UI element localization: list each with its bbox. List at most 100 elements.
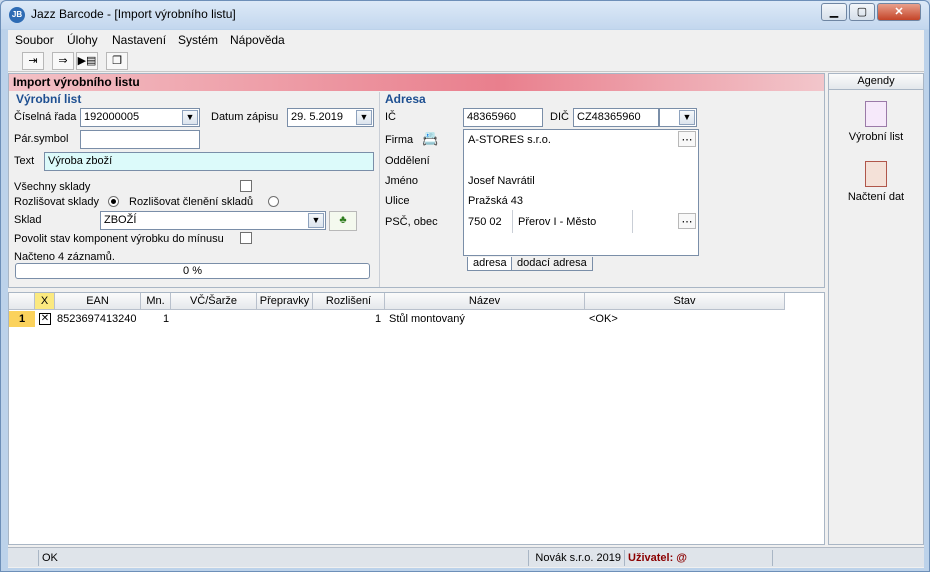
agendy-panel: Agendy Výrobní list Načtení dat <box>828 73 924 545</box>
import-panel: Import výrobního listu Výrobní list Číse… <box>8 73 825 288</box>
transfer-icon[interactable]: ⇒ <box>52 52 74 70</box>
tree-icon[interactable]: ♣ <box>329 211 357 231</box>
firma-lookup-icon[interactable]: 📇 <box>422 131 438 147</box>
text-input[interactable]: Výroba zboží <box>44 152 374 171</box>
rozlisovat-sklady-radio[interactable] <box>108 196 119 207</box>
chevron-down-icon[interactable]: ▼ <box>182 110 198 125</box>
menu-bar: Soubor Úlohy Nastavení Systém Nápověda <box>8 30 924 50</box>
status-left: OK <box>38 550 528 566</box>
status-company: Novák s.r.o. 2019 <box>528 550 624 566</box>
jmeno-label: Jméno <box>385 175 419 187</box>
copy-icon[interactable]: ❐ <box>106 52 128 70</box>
column-header-rozliseni[interactable]: Rozlišení <box>313 293 385 310</box>
maximize-button[interactable]: ▢ <box>849 3 875 21</box>
nacteno-status: Načteno 4 záznamů. <box>14 251 115 263</box>
dic-label: DIČ <box>550 111 569 123</box>
cell-stav: <OK> <box>589 313 618 325</box>
section-vyrobni-list: Výrobní list <box>16 92 82 106</box>
column-header-ean[interactable]: EAN <box>55 293 141 310</box>
datum-picker[interactable]: 29. 5.2019 ▼ <box>287 108 374 127</box>
sklad-select[interactable]: ZBOŽÍ ▼ <box>100 211 326 230</box>
agenda-nacteni-dat[interactable]: Načtení dat <box>829 161 923 203</box>
transfer-list-icon[interactable]: ▶▤ <box>76 52 98 70</box>
exit-icon[interactable]: ⇥ <box>22 52 44 70</box>
vsechny-sklady-label: Všechny sklady <box>14 181 91 193</box>
row-checkbox[interactable]: ✕ <box>39 313 51 325</box>
jazz-icon: JB <box>9 7 25 23</box>
client-area: Soubor Úlohy Nastavení Systém Nápověda ⇥… <box>8 30 924 568</box>
vsechny-sklady-checkbox[interactable] <box>240 180 252 192</box>
sklad-value: ZBOŽÍ <box>104 214 137 226</box>
obec-more-icon[interactable]: ⋯ <box>678 213 696 229</box>
par-symbol-input[interactable] <box>80 130 200 149</box>
firma-value[interactable]: A-STORES s.r.o. <box>468 134 551 146</box>
app-window: JB Jazz Barcode - [Import výrobního list… <box>0 0 930 572</box>
calculator-icon <box>865 161 887 187</box>
column-header-rownum <box>9 293 35 310</box>
menu-nastaveni[interactable]: Nastavení <box>112 33 166 47</box>
par-symbol-label: Pár.symbol <box>14 133 69 145</box>
datum-label: Datum zápisu <box>211 111 279 123</box>
chevron-down-icon[interactable]: ▼ <box>356 110 372 125</box>
status-user: Uživatel: @ <box>624 550 772 566</box>
psc-label: PSČ, obec <box>385 216 438 228</box>
firma-more-icon[interactable]: ⋯ <box>678 131 696 147</box>
column-header-nazev[interactable]: Název <box>385 293 585 310</box>
povolit-label: Povolit stav komponent výrobku do mínusu <box>14 233 224 245</box>
section-adresa: Adresa <box>385 92 426 106</box>
divider <box>512 210 513 233</box>
address-box: A-STORES s.r.o. ⋯ Josef Navrátil Pražská… <box>463 129 699 256</box>
dic-select[interactable]: ▼ <box>659 108 697 127</box>
menu-ulohy[interactable]: Úlohy <box>67 33 98 47</box>
cell-mn: 1 <box>163 313 170 325</box>
panel-title: Import výrobního listu <box>9 74 824 91</box>
tab-adresa[interactable]: adresa <box>467 257 513 271</box>
oddeleni-label: Oddělení <box>385 155 430 167</box>
status-bar: OK Novák s.r.o. 2019 Uživatel: @ <box>8 547 924 567</box>
minimize-button[interactable]: ▁ <box>821 3 847 21</box>
column-header-mn[interactable]: Mn. <box>141 293 171 310</box>
status-extra <box>772 550 922 566</box>
sklad-label: Sklad <box>14 214 42 226</box>
chevron-down-icon[interactable]: ▼ <box>679 110 695 125</box>
ic-input[interactable]: 48365960 <box>463 108 543 127</box>
agendy-title: Agendy <box>829 74 923 90</box>
cell-ean: 8523697413240 <box>57 313 137 325</box>
close-button[interactable]: ✕ <box>877 3 921 21</box>
column-header-check[interactable]: X <box>35 293 55 310</box>
dic-input[interactable]: CZ48365960 <box>573 108 659 127</box>
psc-value[interactable]: 750 02 <box>468 216 502 228</box>
window-title: Jazz Barcode - [Import výrobního listu] <box>31 7 236 21</box>
menu-napoveda[interactable]: Nápověda <box>230 33 285 47</box>
ulice-value[interactable]: Pražská 43 <box>468 195 523 207</box>
chevron-down-icon[interactable]: ▼ <box>308 213 324 228</box>
menu-system[interactable]: Systém <box>178 33 218 47</box>
cell-rozliseni: 1 <box>375 313 382 325</box>
agenda-nacteni-dat-label: Načtení dat <box>847 191 905 203</box>
text-label: Text <box>14 155 35 167</box>
progress-bar: 0 % <box>15 263 370 279</box>
menu-soubor[interactable]: Soubor <box>15 33 54 47</box>
agenda-vyrobni-list[interactable]: Výrobní list <box>829 101 923 143</box>
column-header-stav[interactable]: Stav <box>585 293 785 310</box>
items-grid: X EAN Mn. VČ/Šarže Přepravky Rozlišení N… <box>8 292 825 545</box>
row-number: 1 <box>9 311 35 327</box>
povolit-checkbox[interactable] <box>240 232 252 244</box>
tab-dodaci-adresa[interactable]: dodací adresa <box>511 257 593 271</box>
column-header-prepravky[interactable]: Přepravky <box>257 293 313 310</box>
cell-nazev: Stůl montovaný <box>389 313 465 325</box>
document-list-icon <box>865 101 887 127</box>
divider <box>379 92 380 287</box>
ciselna-rada-select[interactable]: 192000005 ▼ <box>80 108 200 127</box>
ciselna-rada-value: 192000005 <box>84 111 140 123</box>
jmeno-value[interactable]: Josef Navrátil <box>468 175 535 187</box>
progress-text: 0 % <box>183 265 202 277</box>
title-bar: JB Jazz Barcode - [Import výrobního list… <box>1 1 929 29</box>
rozlisovat-cleneni-radio[interactable] <box>268 196 279 207</box>
obec-value[interactable]: Přerov I - Město <box>518 216 596 228</box>
datum-value: 29. 5.2019 <box>291 111 343 123</box>
divider <box>632 210 633 233</box>
ulice-label: Ulice <box>385 195 410 207</box>
rozlisovat-sklady-label: Rozlišovat sklady <box>14 196 99 208</box>
column-header-vc[interactable]: VČ/Šarže <box>171 293 257 310</box>
